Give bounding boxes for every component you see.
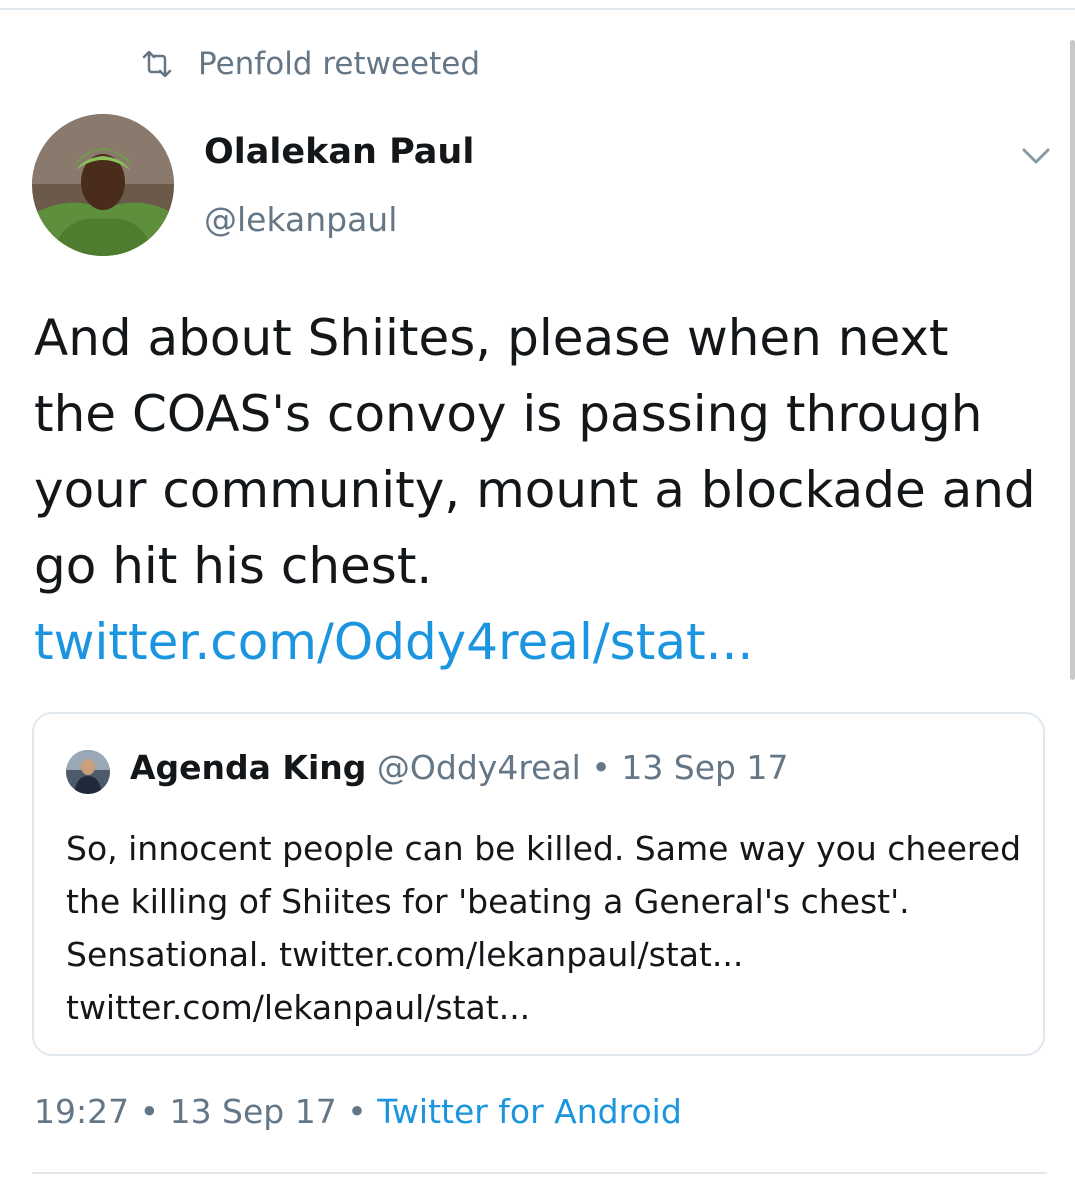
quoted-tweet-card[interactable]: Agenda King @Oddy4real • 13 Sep 17 So, i… xyxy=(32,712,1045,1056)
quoted-tweet-header: Agenda King @Oddy4real • 13 Sep 17 xyxy=(130,748,789,787)
author-name[interactable]: Olalekan Paul xyxy=(204,132,474,172)
tweet-body: And about Shiites, please when next the … xyxy=(34,309,1036,595)
author-handle[interactable]: @lekanpaul xyxy=(204,200,397,239)
tweet-client-link[interactable]: Twitter for Android xyxy=(377,1092,682,1131)
retweet-icon xyxy=(142,51,172,77)
top-divider xyxy=(0,8,1075,10)
quoted-separator: • xyxy=(591,748,611,787)
quoted-date: 13 Sep 17 xyxy=(621,748,789,787)
footer-separator: • xyxy=(347,1092,367,1131)
footer-separator: • xyxy=(139,1092,160,1131)
quoted-author-name[interactable]: Agenda King xyxy=(130,748,366,787)
quoted-tweet-text: So, innocent people can be killed. Same … xyxy=(66,829,1022,1027)
retweet-label[interactable]: Penfold retweeted xyxy=(198,46,480,82)
quoted-author-handle[interactable]: @Oddy4real xyxy=(377,748,581,787)
tweet-link[interactable]: twitter.com/Oddy4real/stat... xyxy=(34,613,753,671)
tweet-footer: 19:27 • 13 Sep 17 • Twitter for Android xyxy=(34,1092,682,1131)
chevron-down-icon[interactable] xyxy=(1018,142,1054,170)
author-avatar[interactable] xyxy=(32,114,174,256)
tweet-date: 13 Sep 17 xyxy=(169,1092,337,1131)
retweet-context: Penfold retweeted xyxy=(140,44,480,84)
quoted-author-avatar[interactable] xyxy=(66,750,110,794)
scrollbar[interactable] xyxy=(1070,40,1075,680)
tweet-text: And about Shiites, please when next the … xyxy=(34,300,1044,680)
bottom-divider xyxy=(32,1172,1047,1174)
tweet-time: 19:27 xyxy=(34,1092,130,1131)
